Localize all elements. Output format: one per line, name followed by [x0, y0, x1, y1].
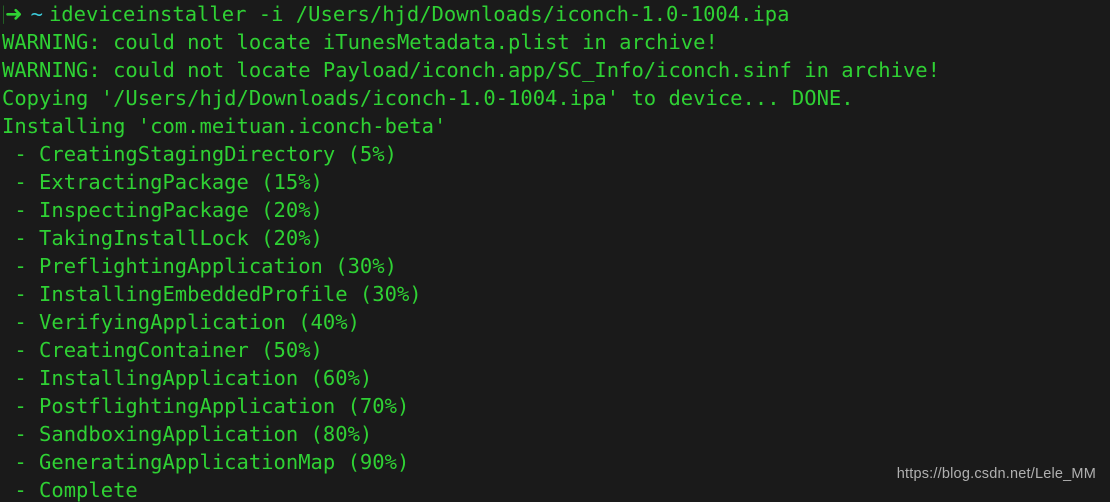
output-line: - CreatingStagingDirectory (5%) [2, 142, 397, 166]
bracket-fragment-glyph: [ [0, 0, 4, 28]
watermark-text: https://blog.csdn.net/Lele_MM [896, 466, 1096, 482]
prompt-line: [ ➜ ~ ideviceinstaller -i /Users/hjd/Dow… [0, 0, 1110, 28]
output-line: - PostflightingApplication (70%) [2, 394, 410, 418]
output-line: - TakingInstallLock (20%) [2, 226, 323, 250]
arrow-right-icon: ➜ [5, 2, 23, 26]
output-line: - InstallingApplication (60%) [2, 366, 373, 390]
command-input[interactable]: ideviceinstaller -i /Users/hjd/Downloads… [49, 0, 790, 28]
output-line: WARNING: could not locate iTunesMetadata… [2, 30, 718, 54]
output-line: - SandboxingApplication (80%) [2, 422, 373, 446]
terminal-screen: [ ➜ ~ ideviceinstaller -i /Users/hjd/Dow… [0, 0, 1110, 502]
output-line: - ExtractingPackage (15%) [2, 170, 323, 194]
output-line: - VerifyingApplication (40%) [2, 310, 360, 334]
terminal-window[interactable]: [ ➜ ~ ideviceinstaller -i /Users/hjd/Dow… [0, 0, 1110, 502]
output-line: - CreatingContainer (50%) [2, 338, 323, 362]
output-line: - InstallingEmbeddedProfile (30%) [2, 282, 422, 306]
output-line: - PreflightingApplication (30%) [2, 254, 397, 278]
output-line: WARNING: could not locate Payload/iconch… [2, 58, 940, 82]
output-line: - InspectingPackage (20%) [2, 198, 323, 222]
prompt-path: ~ [30, 2, 43, 26]
output-line: Installing 'com.meituan.iconch-beta' [2, 114, 447, 138]
output-line: Copying '/Users/hjd/Downloads/iconch-1.0… [2, 86, 854, 110]
